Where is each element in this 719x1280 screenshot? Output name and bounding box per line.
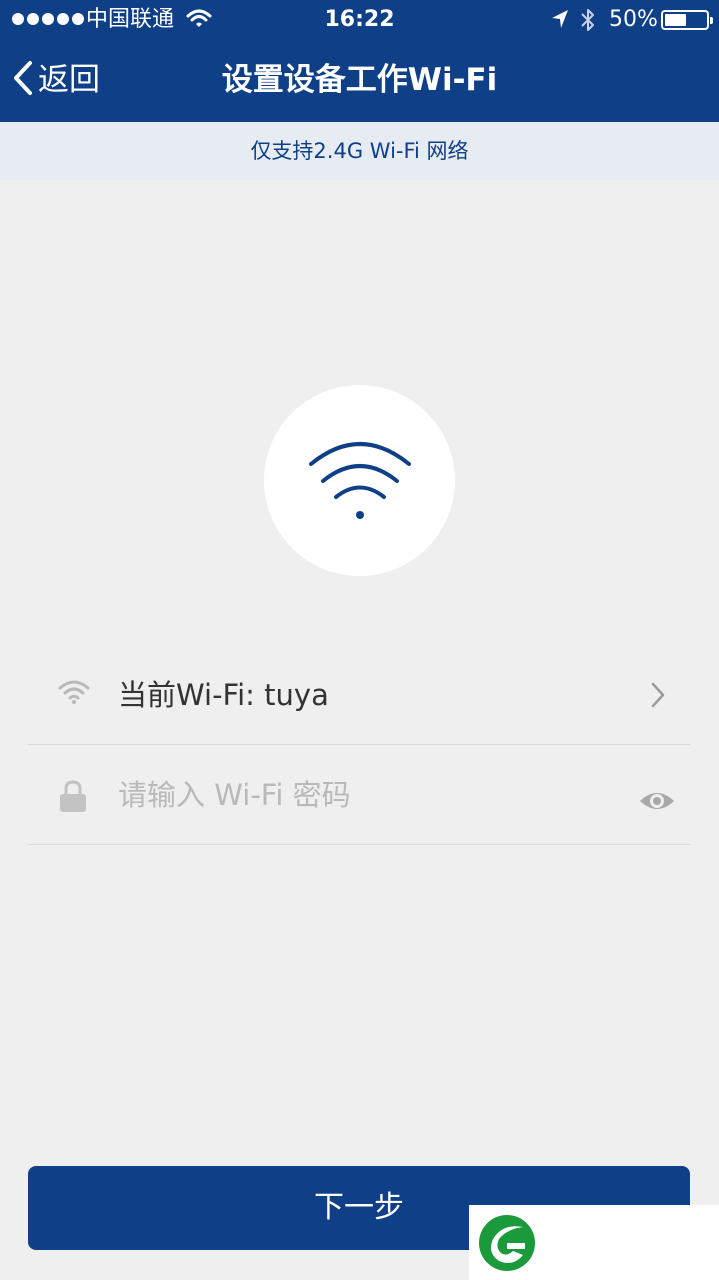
wifi-icon bbox=[58, 679, 90, 709]
password-input[interactable]: 请输入 Wi-Fi 密码 bbox=[118, 773, 351, 817]
wifi-setup-screen: 中国联通 16:22 50% 返回 设置设备工作Wi-Fi 仅支持2.4G Wi… bbox=[0, 0, 719, 1280]
password-row[interactable]: 请输入 Wi-Fi 密码 bbox=[28, 745, 690, 845]
battery-percent: 50% bbox=[609, 7, 658, 32]
lock-icon bbox=[58, 779, 88, 817]
top-bar: 中国联通 16:22 50% 返回 设置设备工作Wi-Fi bbox=[0, 0, 719, 122]
wifi-illustration bbox=[264, 385, 455, 576]
chevron-right-icon[interactable] bbox=[650, 681, 666, 713]
nav-bar: 返回 设置设备工作Wi-Fi bbox=[0, 40, 719, 122]
bluetooth-icon bbox=[580, 7, 596, 37]
watermark-logo bbox=[469, 1205, 719, 1280]
battery-icon bbox=[661, 10, 713, 30]
eye-icon[interactable] bbox=[638, 789, 676, 817]
current-wifi-label: 当前Wi-Fi: tuya bbox=[118, 678, 329, 712]
status-bar: 中国联通 16:22 50% bbox=[0, 0, 719, 40]
current-wifi-row[interactable]: 当前Wi-Fi: tuya bbox=[28, 645, 690, 745]
wifi-icon bbox=[308, 441, 411, 519]
location-arrow-icon bbox=[551, 9, 569, 33]
leaf-logo-icon bbox=[479, 1215, 535, 1271]
page-title: 设置设备工作Wi-Fi bbox=[221, 62, 498, 98]
notice-banner: 仅支持2.4G Wi-Fi 网络 bbox=[0, 122, 719, 180]
